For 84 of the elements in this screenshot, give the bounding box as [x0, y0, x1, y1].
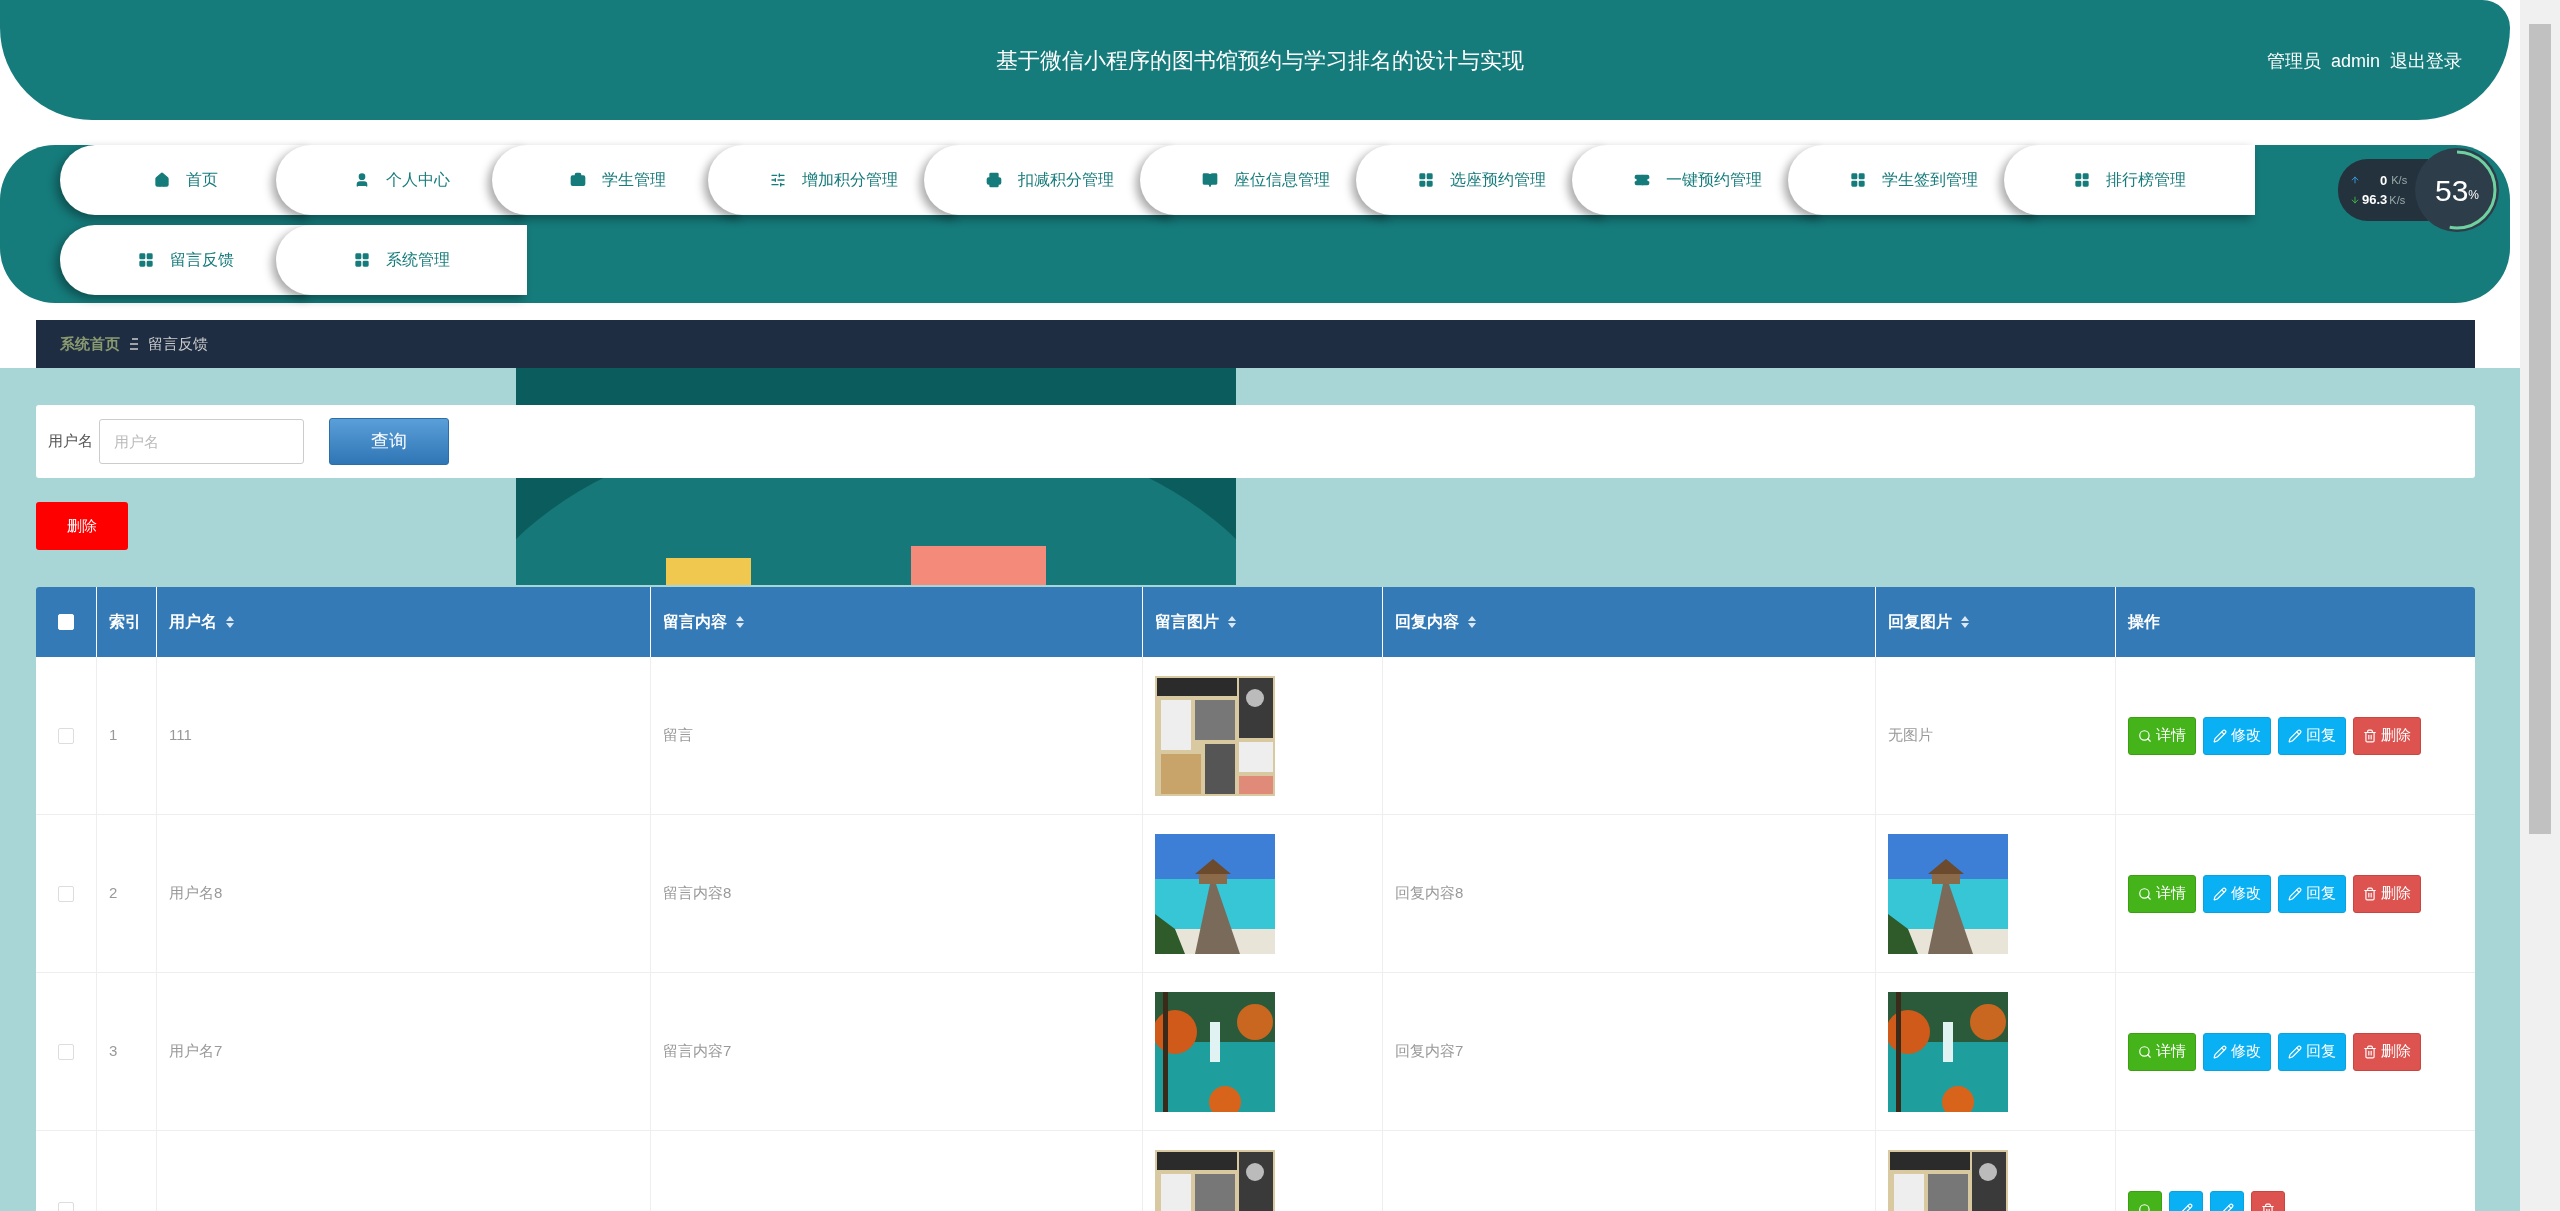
column-header[interactable]: 留言图片 — [1143, 587, 1383, 657]
edit-button[interactable]: 修改 — [2203, 874, 2271, 913]
window-title: 基于微信小程序的图书馆预约与学习排名的设计与实现 — [996, 46, 1524, 75]
reply-button[interactable]: 回复 — [2278, 1032, 2346, 1071]
trash-icon — [2363, 1044, 2377, 1059]
delete-button[interactable]: 删除 — [2353, 1032, 2421, 1071]
nav-item[interactable]: 系统管理 — [276, 225, 527, 295]
column-header[interactable]: 回复内容 — [1383, 587, 1876, 657]
delete-button[interactable]: 删除 — [2353, 716, 2421, 755]
search-button[interactable]: 查询 — [329, 418, 449, 465]
breadcrumb-link[interactable]: 系统首页 — [60, 332, 120, 356]
nav-icon — [985, 172, 1002, 188]
gauge-percent: 53 — [2434, 172, 2469, 209]
nav-icon — [2073, 172, 2090, 188]
column-header[interactable]: 回复图片 — [1876, 587, 2116, 657]
sort-icon[interactable] — [1227, 615, 1237, 629]
table-cell-text: 留言内容7 — [663, 1041, 732, 1062]
checkbox[interactable] — [58, 885, 74, 902]
download-speed: 96.3 — [2362, 191, 2388, 209]
checkbox[interactable] — [58, 1043, 74, 1060]
download-icon — [2350, 194, 2360, 205]
user-name: admin — [2330, 50, 2380, 73]
user-role: 管理员 — [2266, 50, 2321, 73]
separator-icon — [130, 338, 138, 350]
speed-unit: K/s — [2389, 192, 2406, 208]
trash-icon — [2363, 728, 2377, 743]
nav-icon — [769, 172, 786, 188]
scrollbar[interactable] — [2520, 0, 2560, 1211]
search-icon — [2138, 1044, 2152, 1059]
nav-icon — [569, 172, 586, 188]
column-header: 操作 — [2126, 612, 2161, 632]
search-field[interactable]: 用户名 — [99, 419, 304, 464]
detail-button[interactable]: 详情 — [2128, 874, 2196, 913]
reply-button[interactable]: 回复 — [2278, 716, 2346, 755]
table-cell-text: 留言 — [663, 725, 693, 746]
table-cell-text: 回复内容8 — [1395, 883, 1464, 904]
nav-icon — [137, 252, 154, 268]
nav-item[interactable]: 排行榜管理 — [2004, 145, 2255, 215]
table-cell-text: 回复内容7 — [1395, 1041, 1464, 1062]
nav-icon — [1417, 172, 1434, 188]
table-cell-text: 无图片 — [1888, 725, 1933, 746]
sort-icon[interactable] — [225, 615, 235, 629]
search-icon — [2138, 886, 2152, 901]
column-header[interactable]: 留言内容 — [651, 587, 1143, 657]
pencil-icon — [2213, 886, 2227, 901]
table-cell-text: 1 — [109, 725, 118, 746]
nav-icon — [1201, 172, 1218, 188]
field-label: 用户名 — [48, 431, 93, 452]
detail-button[interactable]: 详情 — [2128, 716, 2196, 755]
logout-link[interactable]: 退出登录 — [2390, 48, 2462, 75]
percent-sign: % — [2468, 188, 2479, 204]
table-cell-text: 111 — [169, 725, 192, 746]
nav-icon — [353, 252, 370, 268]
reply-button[interactable]: 回复 — [2278, 874, 2346, 913]
checkbox[interactable] — [58, 727, 74, 744]
sort-icon[interactable] — [735, 615, 745, 629]
search-icon — [2138, 728, 2152, 743]
nav-icon — [1633, 172, 1650, 188]
column-header[interactable]: 用户名 — [157, 587, 651, 657]
table-cell-text: 用户名8 — [169, 883, 223, 904]
pencil-icon — [2288, 886, 2302, 901]
edit-button[interactable]: 修改 — [2203, 1032, 2271, 1071]
sort-icon[interactable] — [1467, 615, 1477, 629]
pencil-icon — [2213, 1044, 2227, 1059]
trash-icon — [2363, 886, 2377, 901]
pencil-icon — [2288, 728, 2302, 743]
table-cell-text: 留言内容8 — [663, 883, 732, 904]
delete-button[interactable]: 删除 — [36, 502, 128, 550]
pencil-icon — [2213, 728, 2227, 743]
pencil-icon — [2288, 1044, 2302, 1059]
upload-speed: 0 — [2380, 171, 2388, 190]
breadcrumb-current: 留言反馈 — [148, 333, 208, 354]
table-cell-text: 3 — [109, 1041, 118, 1062]
table-cell-text: 用户名7 — [169, 1041, 223, 1062]
sort-icon[interactable] — [1960, 615, 1970, 629]
detail-button[interactable]: 详情 — [2128, 1032, 2196, 1071]
speed-unit: K/s — [2391, 173, 2408, 188]
column-header: 索引 — [97, 587, 157, 657]
table-cell-text: 2 — [109, 883, 118, 904]
upload-icon — [2350, 175, 2360, 186]
edit-button[interactable]: 修改 — [2203, 716, 2271, 755]
nav-icon — [153, 172, 170, 188]
nav-icon — [1849, 172, 1866, 188]
delete-button[interactable]: 删除 — [2353, 874, 2421, 913]
